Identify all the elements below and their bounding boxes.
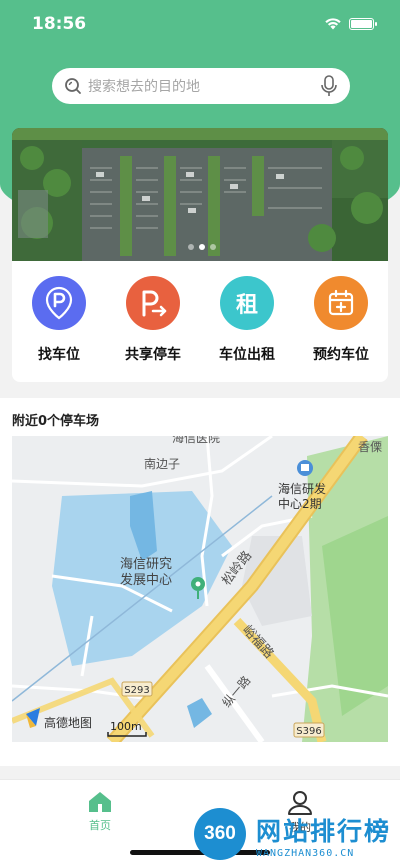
nearby-title: 附近0个停车场 [12,414,100,429]
feature-menu: 找车位 共享停车 租 车位出租 预约车位 [12,276,388,364]
map-label: 中心2期 [278,496,322,511]
map-label: 海信医院 [172,436,220,445]
menu-share-parking[interactable]: 共享停车 [106,276,200,364]
poi-marker-icon[interactable] [297,460,313,476]
watermark-subtitle: WANGZHAN360.CN [256,848,355,859]
tab-label-home: 首页 [89,819,111,832]
carousel-dot[interactable] [188,244,194,250]
map-label: 海信研究 [120,557,172,572]
status-time: 18:56 [32,14,87,34]
rent-icon: 租 [220,276,274,330]
svg-text:S396: S396 [296,726,321,737]
menu-find-parking[interactable]: 找车位 [12,276,106,364]
search-bar[interactable]: 搜索想去的目的地 [52,68,350,104]
menu-reserve-space[interactable]: 预约车位 [294,276,388,364]
menu-label-reserve-space: 预约车位 [313,347,369,363]
menu-label-rent-space: 车位出租 [219,347,275,363]
menu-label-share-parking: 共享停车 [125,347,181,363]
map-label: 发展中心 [120,572,172,588]
watermark-logo: 360 [194,808,246,860]
watermark-title: 网站排行榜 [256,817,392,846]
map-view[interactable]: 海信医院 南边子 香傈 海信研发 中心2期 海信研究 发展中心 松岭路 峪福路 … [12,436,388,742]
carousel-dot-active[interactable] [199,244,205,250]
microphone-icon[interactable] [320,75,338,97]
map-label: 香傈 [358,440,382,454]
watermark: 360 网站排行榜 WANGZHAN360.CN [194,808,400,866]
tab-home[interactable]: 首页 [60,790,140,833]
road-badge: S396 [293,722,325,738]
map-label: 南边子 [144,456,180,471]
svg-text:S293: S293 [124,685,149,696]
calendar-plus-icon [314,276,368,330]
road-badge: S293 [121,681,153,697]
battery-icon [349,17,377,30]
menu-rent-space[interactable]: 租 车位出租 [200,276,294,364]
search-input[interactable]: 搜索想去的目的地 [88,76,320,96]
nearby-section: 附近0个停车场 海信医院 南边子 香傈 海信研发 中心2期 海信研究 发展中心 … [0,398,400,766]
parking-pin-icon [32,276,86,330]
menu-label-find-parking: 找车位 [38,347,80,363]
carousel-dot[interactable] [210,244,216,250]
banner-image[interactable] [12,128,388,261]
share-parking-icon [126,276,180,330]
svg-text:100m: 100m [110,720,142,733]
wifi-icon [325,18,341,30]
search-icon [65,78,81,94]
home-icon [89,792,111,812]
map-label: 海信研发 [278,481,326,496]
map-canvas[interactable]: 海信医院 南边子 香傈 海信研发 中心2期 海信研究 发展中心 松岭路 峪福路 … [12,436,388,742]
svg-text:高德地图: 高德地图 [44,715,92,730]
status-bar: 18:56 [0,0,400,50]
feature-card: 找车位 共享停车 租 车位出租 预约车位 [12,128,388,382]
carousel-dots[interactable] [188,244,216,250]
